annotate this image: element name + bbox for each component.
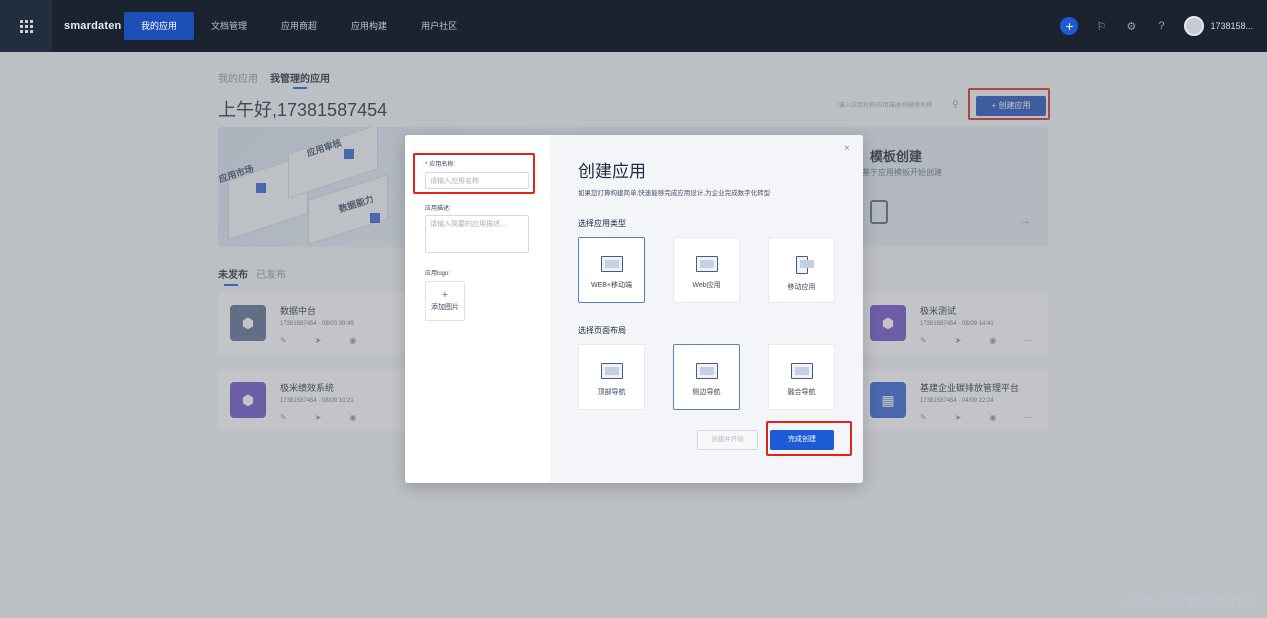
type-web[interactable]: Web应用 xyxy=(673,237,740,303)
nav-store[interactable]: 应用商超 xyxy=(264,12,334,40)
app-type-heading: 选择应用类型 xyxy=(578,219,626,228)
top-navigation: smardaten 我的应用 文档管理 应用商超 应用构建 用户社区 + ⚐ ⚙… xyxy=(0,0,1267,52)
app-logo-label: 应用logo: xyxy=(425,271,451,277)
type-label: 移动应用 xyxy=(787,284,816,291)
app-desc-label: 应用描述: xyxy=(425,206,451,212)
type-mobile[interactable]: 移动应用 xyxy=(768,237,835,303)
avatar xyxy=(1184,16,1205,36)
plus-icon[interactable]: + xyxy=(1060,17,1079,35)
mobile-icon xyxy=(795,256,814,274)
layout-label: 顶部导航 xyxy=(597,389,626,396)
layout-top-nav[interactable]: 顶部导航 xyxy=(578,344,645,410)
user-name: 1738158... xyxy=(1210,21,1253,31)
top-nav-icon xyxy=(600,363,623,379)
nav-build[interactable]: 应用构建 xyxy=(334,12,404,40)
help-icon[interactable]: ? xyxy=(1154,20,1168,32)
nav-community[interactable]: 用户社区 xyxy=(404,12,474,40)
type-label: WEB+移动端 xyxy=(590,282,633,289)
dialog-description: 如果您打算构建简单,快速能够完成应用设计,为企业完成数字化转型 xyxy=(578,190,771,197)
brand-logo: smardaten xyxy=(64,20,122,32)
nav-docs[interactable]: 文档管理 xyxy=(194,12,264,40)
layout-label: 融合导航 xyxy=(787,389,816,396)
layout-heading: 选择页面布局 xyxy=(578,326,626,335)
web-mobile-icon xyxy=(600,256,623,272)
app-grid-button[interactable] xyxy=(0,0,52,52)
dialog-title: 创建应用 xyxy=(578,162,646,181)
layout-fusion-nav[interactable]: 融合导航 xyxy=(768,344,835,410)
user-menu[interactable]: 1738158... xyxy=(1184,16,1253,36)
add-image-label: 添加图片 xyxy=(431,304,459,311)
type-label: Web应用 xyxy=(692,282,721,289)
close-icon[interactable]: × xyxy=(844,143,850,154)
gear-icon[interactable]: ⚙ xyxy=(1124,20,1138,33)
bell-icon[interactable]: ⚐ xyxy=(1094,20,1108,33)
layout-label: 侧边导航 xyxy=(692,389,721,396)
watermark: @稀土掘金技术社区 xyxy=(1123,594,1259,611)
layout-side-nav[interactable]: 侧边导航 xyxy=(673,344,740,410)
highlight-name-field xyxy=(413,153,535,194)
highlight-finish-button xyxy=(766,421,852,456)
fusion-nav-icon xyxy=(790,363,813,379)
side-nav-icon xyxy=(695,363,718,379)
plus-icon: + xyxy=(441,289,449,301)
nav-my-apps[interactable]: 我的应用 xyxy=(124,12,195,40)
grid-icon xyxy=(19,19,33,33)
type-web-mobile[interactable]: WEB+移动端 xyxy=(578,237,645,303)
app-desc-textarea[interactable]: 请输入简要的应用描述... xyxy=(425,215,529,253)
add-image-button[interactable]: + 添加图片 xyxy=(425,281,465,321)
web-icon xyxy=(695,256,718,272)
create-and-start-button[interactable]: 创建并开始 xyxy=(697,430,758,450)
